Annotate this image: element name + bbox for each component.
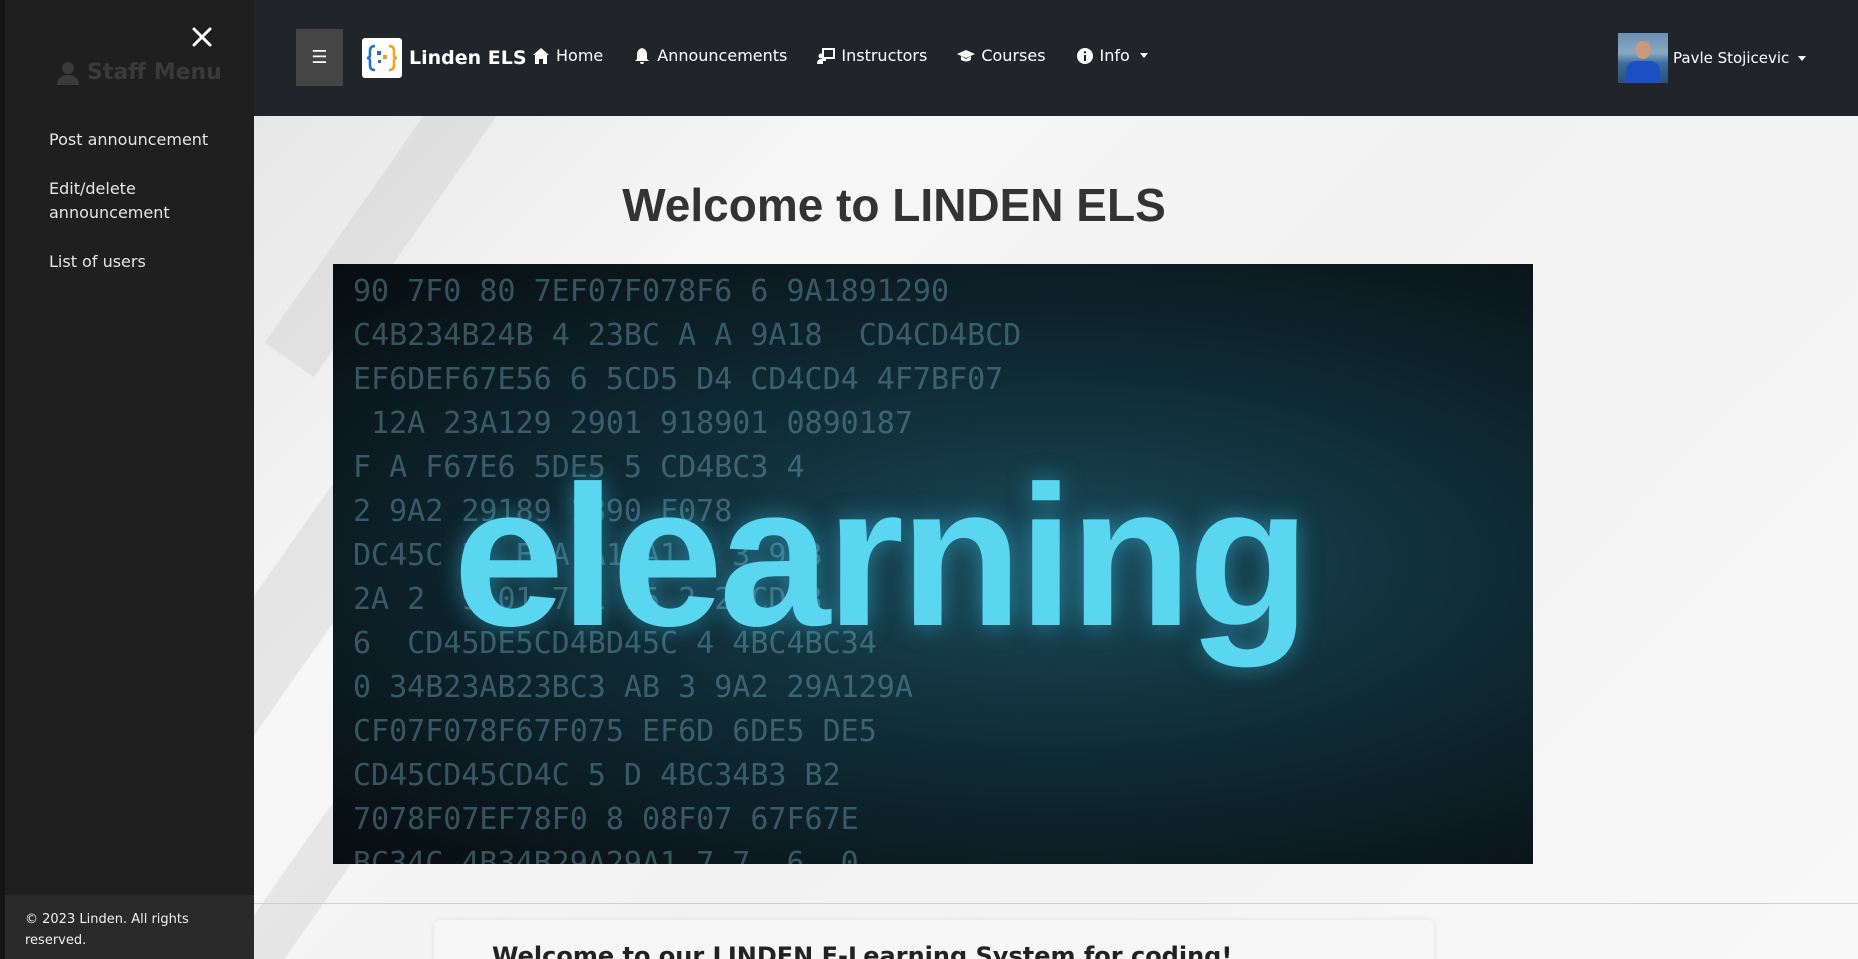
nav-announcements-label: Announcements <box>657 46 788 65</box>
info-circle-icon <box>1076 47 1093 64</box>
home-icon <box>533 47 549 64</box>
chevron-down-icon <box>1139 53 1148 58</box>
nav-courses-label: Courses <box>981 46 1046 65</box>
user-icon <box>57 61 79 85</box>
sidebar-item-edit-delete-announcement[interactable]: Edit/delete announcement <box>49 177 239 225</box>
nav-info-label: Info <box>1099 46 1130 65</box>
chevron-down-icon <box>1798 55 1807 61</box>
sidebar-footer: © 2023 Linden. All rights reserved. <box>5 895 254 959</box>
nav-courses[interactable]: Courses <box>957 46 1046 65</box>
intro-card-title: Welcome to our LINDEN E-Learning System … <box>492 942 1233 959</box>
bell-icon <box>635 47 650 64</box>
chalkboard-teacher-icon <box>817 47 836 64</box>
avatar <box>1618 33 1668 83</box>
hero-word: elearning <box>453 445 1310 668</box>
section-divider <box>254 903 1858 904</box>
intro-card: Welcome to our LINDEN E-Learning System … <box>434 920 1434 959</box>
nav-instructors-label: Instructors <box>841 46 928 65</box>
nav-instructors[interactable]: Instructors <box>817 46 927 65</box>
nav-announcements[interactable]: Announcements <box>633 46 787 65</box>
sidebar-toggle-button[interactable]: ☰ <box>296 29 343 86</box>
brand-link[interactable]: Linden ELS <box>362 38 527 78</box>
nav-info-dropdown[interactable]: Info <box>1076 46 1148 65</box>
hero-image: 90 7F0 80 7EF07F078F6 6 9A1891290 C4B234… <box>333 264 1533 864</box>
page-title: Welcome to LINDEN ELS <box>622 179 1166 231</box>
staff-menu: Post announcement Edit/delete announceme… <box>49 128 239 299</box>
nav-home[interactable]: Home <box>532 46 603 65</box>
graduation-cap-icon <box>957 49 976 61</box>
staff-sidebar: Staff Menu Post announcement Edit/delete… <box>0 0 254 959</box>
user-menu-dropdown[interactable]: Pavle Stojicevic <box>1618 33 1807 83</box>
main-nav: Home Announcements Instructors Courses I… <box>532 46 1148 65</box>
sidebar-item-post-announcement[interactable]: Post announcement <box>49 128 239 152</box>
close-icon[interactable] <box>191 26 213 48</box>
sidebar-item-list-of-users[interactable]: List of users <box>49 250 239 274</box>
nav-home-label: Home <box>556 46 604 65</box>
user-name: Pavle Stojicevic <box>1673 49 1790 67</box>
staff-menu-label: Staff Menu <box>87 60 222 85</box>
staff-menu-title: Staff Menu <box>57 60 222 85</box>
brand-name: Linden ELS <box>409 47 527 69</box>
top-navbar: ☰ Linden ELS Home Announcements Instruct… <box>254 0 1858 116</box>
brand-logo <box>362 38 402 78</box>
main-content: Welcome to LINDEN ELS 90 7F0 80 7EF07F07… <box>254 116 1858 959</box>
